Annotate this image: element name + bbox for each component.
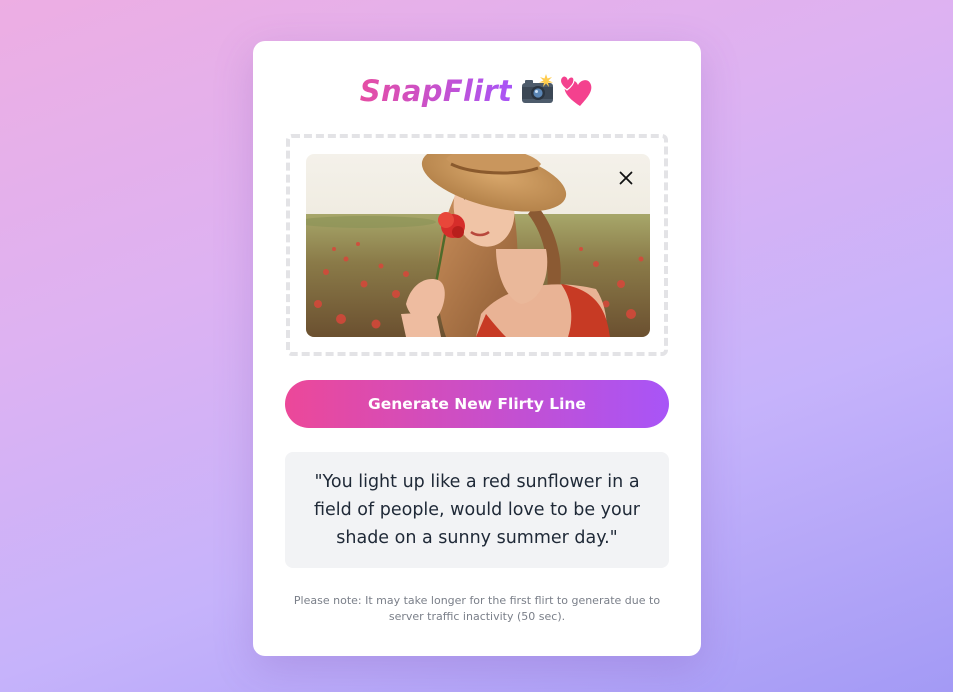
remove-image-button[interactable] [614, 166, 638, 190]
two-hearts-icon [560, 75, 592, 106]
app-card: SnapFlirt Generate New Flirty Line "You … [253, 41, 701, 656]
app-header: SnapFlirt [253, 71, 701, 111]
flirt-line-text: "You light up like a red sunflower in a … [313, 472, 640, 548]
close-icon [619, 171, 633, 185]
uploaded-photo [306, 154, 650, 337]
title-emojis [520, 73, 594, 107]
server-note: Please note: It may take longer for the … [293, 594, 661, 623]
image-dropzone[interactable] [286, 134, 668, 356]
camera-flash-icon [522, 74, 554, 103]
app-title: SnapFlirt [359, 74, 513, 108]
generate-flirty-line-button[interactable]: Generate New Flirty Line [285, 380, 669, 428]
flirt-result-box: "You light up like a red sunflower in a … [285, 452, 669, 568]
photo-image [306, 154, 650, 337]
